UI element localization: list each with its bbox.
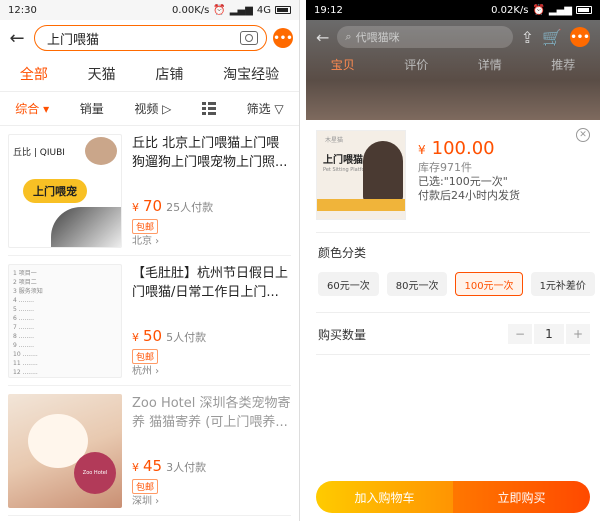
product-title: 【毛肚肚】杭州节日假日上门喂猫/日常工作日上门... — [132, 266, 289, 300]
sold-count: 25人付款 — [166, 201, 214, 214]
list-view-icon[interactable] — [201, 102, 216, 115]
close-icon[interactable]: ✕ — [576, 128, 590, 142]
battery-icon — [576, 6, 592, 14]
product-price: 70 — [143, 197, 163, 215]
status-time: 12:30 — [8, 4, 37, 16]
result-tabs: 全部 天猫 店铺 淘宝经验 — [0, 56, 299, 92]
stock-count: 库存971件 — [418, 161, 472, 174]
network-speed: 0.02K/s — [491, 4, 529, 16]
sold-count: 3人付款 — [166, 461, 207, 474]
product-header: ← ⌕ 代喂猫咪 ⇪ 🛒 ••• — [306, 20, 600, 54]
search-input[interactable]: ⌕ 代喂猫咪 — [337, 26, 513, 48]
tab-experience[interactable]: 淘宝经验 — [223, 64, 279, 84]
option-list: 60元一次 80元一次 100元一次 1元补差价 — [318, 272, 595, 296]
buy-now-button[interactable]: 立即购买 — [453, 481, 590, 513]
divider — [316, 312, 590, 313]
selected-option-text: 已选:"100元一次" — [418, 175, 508, 188]
status-bar: 19:12 0.02K/s ⏰ ▂▄▆ — [306, 0, 600, 20]
product-price: 50 — [143, 327, 163, 345]
color-category-title: 颜色分类 — [318, 246, 367, 260]
sold-count: 5人付款 — [166, 331, 207, 344]
sort-sales[interactable]: 销量 — [80, 100, 104, 117]
product-title: Zoo Hotel 深圳各类宠物寄养 猫猫寄养 (可上门喂养... — [132, 396, 291, 430]
tab-details[interactable]: 详情 — [478, 56, 502, 73]
option-60[interactable]: 60元一次 — [318, 272, 379, 296]
sort-comprehensive[interactable]: 综合 ▾ — [15, 100, 49, 117]
quantity-value[interactable]: 1 — [534, 324, 564, 344]
network-speed: 0.00K/s — [171, 4, 210, 16]
product-item[interactable]: 1 项目一 2 项目二 3 服务须知 4 ........ 5 ........ 6 ..… — [8, 256, 291, 386]
more-menu-button[interactable]: ••• — [570, 27, 590, 47]
tab-reviews[interactable]: 评价 — [404, 56, 428, 73]
search-icon: ⌕ — [345, 30, 352, 43]
divider — [316, 232, 590, 233]
more-menu-button[interactable]: ••• — [273, 28, 293, 48]
share-icon[interactable]: ⇪ — [521, 28, 534, 47]
sku-selection-screen: 19:12 0.02K/s ⏰ ▂▄▆ ← ⌕ 代喂猫咪 ⇪ 🛒 ••• 宝贝 … — [306, 0, 600, 521]
divider — [316, 354, 590, 355]
hotel-logo: Zoo Hotel — [74, 452, 116, 494]
filter-bar: 综合 ▾ 销量 视频 ▷ 筛选 ▽ — [0, 92, 299, 126]
shipping-note: 付款后24小时内发货 — [418, 189, 520, 202]
plus-button[interactable]: + — [566, 324, 590, 344]
minus-button[interactable]: − — [508, 324, 532, 344]
product-list: 丘比 | QIUBI 上门喂宠 丘比 北京上门喂猫上门喂狗遛狗上门喂宠物上门照.… — [0, 126, 299, 516]
signal-icon: ▂▄▆ — [229, 4, 253, 16]
product-image: 丘比 | QIUBI 上门喂宠 — [8, 134, 122, 248]
product-price: 45 — [143, 457, 163, 475]
play-icon: ▷ — [162, 102, 172, 116]
tab-tmall[interactable]: 天猫 — [88, 64, 116, 84]
filter-button[interactable]: 筛选 ▽ — [247, 100, 284, 117]
tab-item[interactable]: 宝贝 — [331, 56, 355, 73]
tab-recommend[interactable]: 推荐 — [551, 56, 575, 73]
quantity-stepper: − 1 + — [506, 324, 590, 344]
product-location: 北京 › — [132, 236, 160, 247]
search-results-screen: 12:30 0.00K/s ⏰ ▂▄▆ 4G ← 上门喂猫 ••• 全部 天猫 … — [0, 0, 300, 521]
product-image: Zoo Hotel — [8, 394, 122, 508]
option-80[interactable]: 80元一次 — [386, 272, 448, 296]
action-bar: 加入购物车 立即购买 — [316, 481, 590, 513]
cart-icon[interactable]: 🛒 — [542, 28, 562, 47]
product-image: 1 项目一 2 项目二 3 服务须知 4 ........ 5 ........ 6 ..… — [8, 264, 122, 378]
search-header: ← 上门喂猫 ••• — [0, 20, 299, 56]
back-arrow-icon[interactable]: ← — [316, 28, 329, 47]
product-location: 深圳 › — [132, 496, 160, 507]
caret-down-icon: ▾ — [43, 102, 50, 116]
sku-image: 木星猫 上门喂猫 Pet Sitting Platform — [316, 130, 406, 220]
camera-icon[interactable] — [240, 31, 258, 45]
status-time: 19:12 — [314, 4, 343, 16]
network-type: 4G — [256, 4, 271, 16]
quantity-title: 购买数量 — [318, 328, 367, 342]
product-tabs: 宝贝 评价 详情 推荐 — [306, 56, 600, 73]
alarm-icon: ⏰ — [213, 4, 226, 16]
option-100[interactable]: 100元一次 — [455, 272, 523, 296]
add-to-cart-button[interactable]: 加入购物车 — [316, 481, 453, 513]
back-arrow-icon[interactable]: ← — [6, 27, 28, 49]
product-location: 杭州 › — [132, 366, 160, 377]
status-bar: 12:30 0.00K/s ⏰ ▂▄▆ 4G — [0, 0, 299, 20]
alarm-icon: ⏰ — [532, 4, 545, 16]
option-1-extra[interactable]: 1元补差价 — [530, 272, 595, 296]
tab-shops[interactable]: 店铺 — [155, 64, 183, 84]
sku-info: ¥100.00 库存971件 已选:"100元一次" 付款后24小时内发货 — [418, 138, 520, 203]
sku-sheet: ✕ 木星猫 上门喂猫 Pet Sitting Platform ¥100.00 … — [306, 120, 600, 521]
search-query: 上门喂猫 — [47, 32, 100, 48]
signal-icon: ▂▄▆ — [548, 4, 572, 16]
funnel-icon: ▽ — [274, 102, 284, 116]
product-item[interactable]: 丘比 | QIUBI 上门喂宠 丘比 北京上门喂猫上门喂狗遛狗上门喂宠物上门照.… — [8, 126, 291, 256]
tab-all[interactable]: 全部 — [20, 64, 48, 84]
product-title: 丘比 北京上门喂猫上门喂狗遛狗上门喂宠物上门照... — [132, 136, 288, 170]
sku-price: 100.00 — [431, 138, 495, 159]
filter-video[interactable]: 视频 ▷ — [134, 100, 171, 117]
search-input[interactable]: 上门喂猫 — [34, 25, 267, 51]
battery-icon — [275, 6, 291, 14]
product-item[interactable]: Zoo Hotel Zoo Hotel 深圳各类宠物寄养 猫猫寄养 (可上门喂养… — [8, 386, 291, 516]
